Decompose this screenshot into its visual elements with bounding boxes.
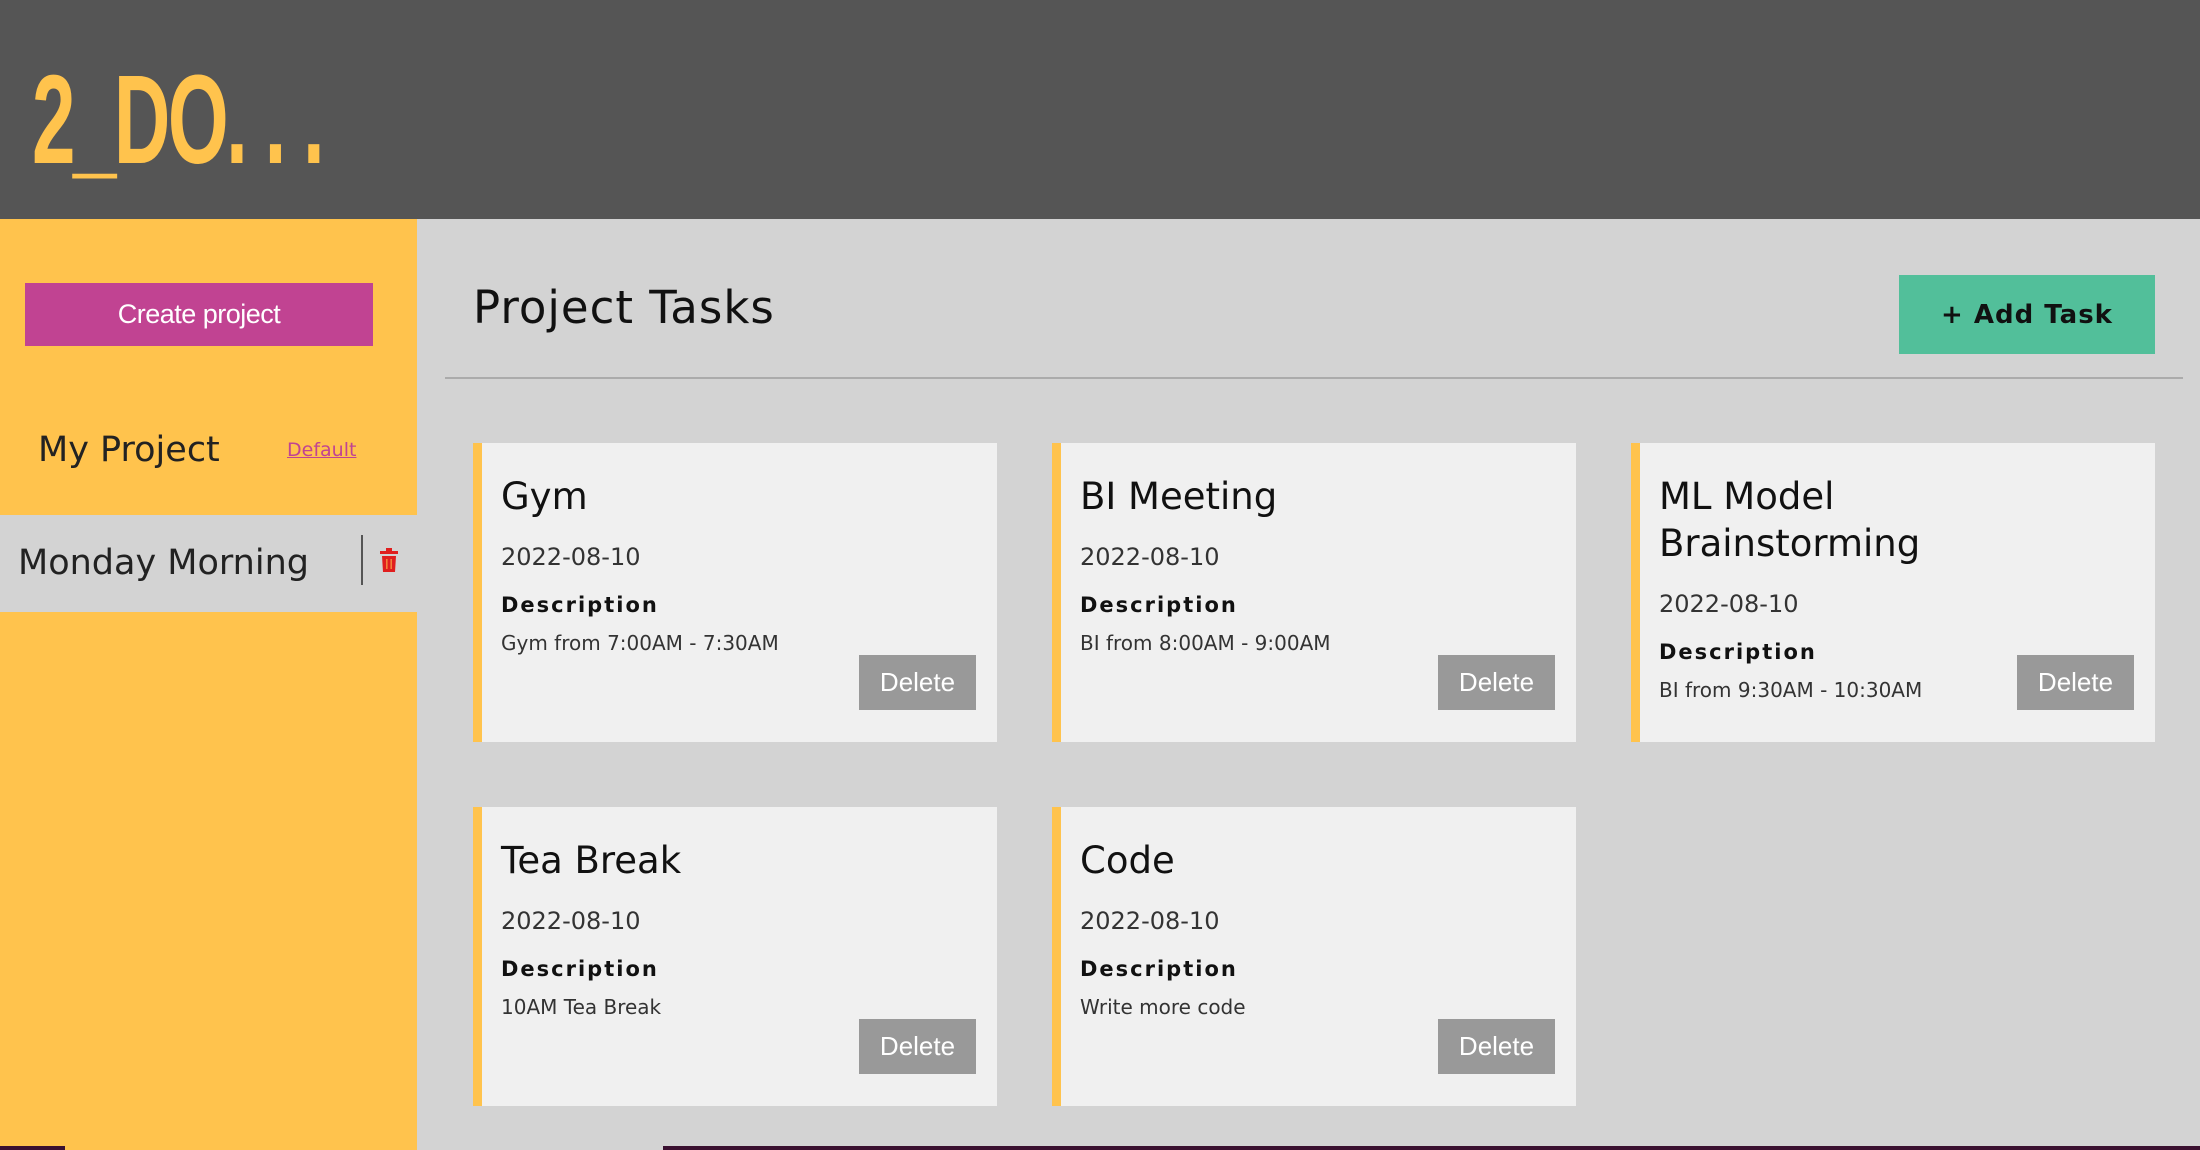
task-title: Gym: [501, 475, 588, 518]
create-project-button[interactable]: Create project: [25, 283, 373, 346]
task-description: Gym from 7:00AM - 7:30AM: [501, 631, 779, 655]
task-description-label: Description: [501, 957, 659, 981]
task-card-code: Code 2022-08-10 Description Write more c…: [1052, 807, 1576, 1106]
project-name: My Project: [38, 430, 220, 470]
default-project-link[interactable]: Default: [287, 401, 356, 499]
delete-task-button[interactable]: Delete: [1438, 655, 1555, 710]
task-description-label: Description: [1080, 957, 1238, 981]
bottom-edge-strip: [663, 1146, 2200, 1150]
task-title: BI Meeting: [1080, 475, 1278, 518]
task-description: BI from 9:30AM - 10:30AM: [1659, 678, 1923, 702]
project-item-my-project[interactable]: My Project Default: [0, 401, 417, 499]
project-name: Monday Morning: [18, 543, 309, 583]
task-description: Write more code: [1080, 995, 1246, 1019]
delete-task-button[interactable]: Delete: [1438, 1019, 1555, 1074]
task-card-bi-meeting: BI Meeting 2022-08-10 Description BI fro…: [1052, 443, 1576, 742]
task-date: 2022-08-10: [501, 543, 641, 571]
main-content: Project Tasks + Add Task Gym 2022-08-10 …: [417, 219, 2200, 1150]
app-header: 2_DO. . .: [0, 0, 2200, 219]
delete-task-button[interactable]: Delete: [859, 655, 976, 710]
task-card-gym: Gym 2022-08-10 Description Gym from 7:00…: [473, 443, 997, 742]
task-description-label: Description: [1080, 593, 1238, 617]
task-date: 2022-08-10: [501, 907, 641, 935]
task-description: BI from 8:00AM - 9:00AM: [1080, 631, 1331, 655]
task-date: 2022-08-10: [1659, 590, 1799, 618]
task-title: Tea Break: [501, 839, 682, 882]
app-logo: 2_DO. . .: [32, 49, 325, 190]
task-description-label: Description: [501, 593, 659, 617]
task-description: 10AM Tea Break: [501, 995, 662, 1019]
task-title: ML Model Brainstorming: [1659, 475, 1921, 565]
task-date: 2022-08-10: [1080, 543, 1220, 571]
task-description-label: Description: [1659, 640, 1817, 664]
delete-task-button[interactable]: Delete: [859, 1019, 976, 1074]
project-item-monday-morning[interactable]: Monday Morning: [0, 515, 417, 612]
task-date: 2022-08-10: [1080, 907, 1220, 935]
delete-task-button[interactable]: Delete: [2017, 655, 2134, 710]
trash-icon[interactable]: [361, 535, 415, 585]
sidebar: Create project My Project Default Monday…: [0, 219, 417, 1150]
task-card-ml-model-brainstorming: ML Model Brainstorming 2022-08-10 Descri…: [1631, 443, 2155, 742]
add-task-button[interactable]: + Add Task: [1899, 275, 2155, 354]
trash-icon-svg: [380, 548, 398, 572]
page-title: Project Tasks: [473, 281, 775, 334]
task-title: Code: [1080, 839, 1175, 882]
divider: [445, 377, 2183, 379]
bottom-edge-strip: [0, 1146, 65, 1150]
task-card-tea-break: Tea Break 2022-08-10 Description 10AM Te…: [473, 807, 997, 1106]
